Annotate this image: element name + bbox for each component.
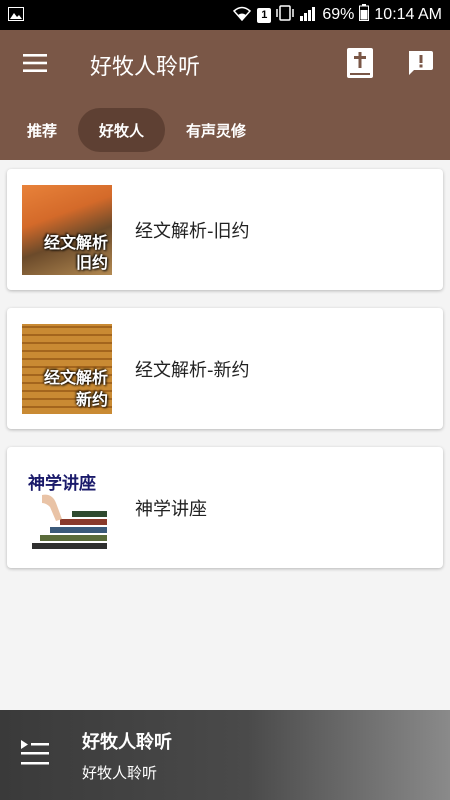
list-item[interactable]: 经文解析 新约 经文解析-新约 xyxy=(7,308,443,429)
item-title: 经文解析-新约 xyxy=(135,359,250,381)
app-title: 好牧人聆听 xyxy=(90,55,201,80)
thumbnail-image: 神学讲座 xyxy=(22,462,112,553)
playlist-icon xyxy=(21,740,49,770)
player-info: 好牧人聆听 好牧人聆听 xyxy=(82,728,172,783)
menu-icon xyxy=(23,54,47,76)
book-steps-graphic xyxy=(32,494,107,549)
thumbnail-caption: 经文解析 xyxy=(43,367,108,387)
tab-bar: 推荐 好牧人 有声灵修 xyxy=(0,100,450,160)
menu-button[interactable] xyxy=(0,30,70,100)
feedback-button[interactable] xyxy=(390,30,450,100)
clock: 10:14 AM xyxy=(374,6,442,23)
sim-slot-badge: 1 xyxy=(257,7,272,23)
thumbnail-image: 经文解析 旧约 xyxy=(22,184,112,275)
tab-good-shepherd[interactable]: 好牧人 xyxy=(78,108,166,152)
thumbnail-caption: 经文解析 xyxy=(43,232,108,252)
battery-percent: 69% xyxy=(322,6,355,23)
list-item[interactable]: 神学讲座 神学讲座 xyxy=(7,447,443,568)
mini-player[interactable]: 好牧人聆听 好牧人聆听 xyxy=(0,710,450,800)
item-title: 经文解析-旧约 xyxy=(135,220,250,242)
feedback-icon xyxy=(406,49,434,81)
battery-icon xyxy=(359,4,370,26)
gallery-notification-icon xyxy=(8,6,24,25)
tab-recommend[interactable]: 推荐 xyxy=(6,108,78,152)
item-title: 神学讲座 xyxy=(135,498,207,520)
bible-button[interactable] xyxy=(330,30,390,100)
tab-audio-devotion[interactable]: 有声灵修 xyxy=(165,108,267,152)
player-subtitle: 好牧人聆听 xyxy=(82,763,158,782)
list-item[interactable]: 经文解析 旧约 经文解析-旧约 xyxy=(7,169,443,290)
thumbnail-caption: 新约 xyxy=(75,389,108,409)
playlist-button[interactable] xyxy=(0,710,70,800)
signal-icon xyxy=(299,5,317,26)
player-title: 好牧人聆听 xyxy=(82,731,172,753)
status-bar: 1 69% 10:14 AM xyxy=(0,0,450,30)
thumbnail-image: 经文解析 新约 xyxy=(22,323,112,414)
thumbnail-caption: 旧约 xyxy=(75,252,108,272)
app-bar: 好牧人聆听 xyxy=(0,30,450,100)
vibrate-icon xyxy=(276,4,295,26)
bible-icon xyxy=(346,47,374,83)
wifi-icon xyxy=(232,5,252,26)
